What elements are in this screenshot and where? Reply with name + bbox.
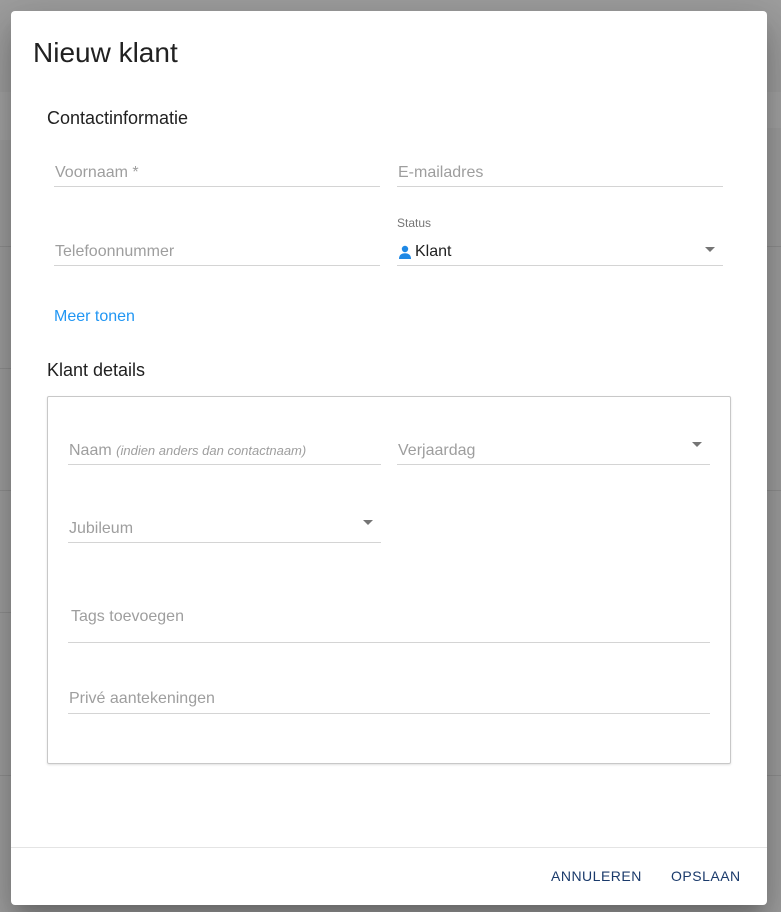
chevron-down-icon [692,442,702,447]
background-toolbar-right [767,92,781,128]
background-divider [0,368,11,369]
status-value: Klant [398,243,451,261]
background-divider [0,246,11,247]
tags-placeholder: Tags toevoegen [71,608,184,625]
client-name-placeholder-text: Naam [69,442,112,459]
phone-placeholder: Telefoonnummer [55,243,175,260]
client-name-hint: (indien anders dan contactnaam) [116,443,307,458]
email-placeholder: E-mailadres [398,164,484,181]
background-divider [0,775,11,776]
cancel-button[interactable]: ANNULEREN [551,868,642,884]
status-select[interactable]: Status Klant [397,216,723,266]
background-divider [0,490,11,491]
new-client-dialog: Nieuw klant Contactinformatie Voornaam *… [11,11,767,905]
dialog-title: Nieuw klant [33,37,178,68]
birthday-placeholder: Verjaardag [398,442,476,459]
dialog-footer-divider [11,847,767,848]
details-section-title: Klant details [47,360,146,380]
status-label: Status [397,216,432,230]
chevron-down-icon [363,520,373,525]
client-name-placeholder: Naam (indien anders dan contactnaam) [69,442,306,460]
background-divider [767,775,781,776]
show-more-link[interactable]: Meer tonen [54,308,135,326]
chevron-down-icon [705,247,715,252]
tags-field[interactable]: Tags toevoegen [68,597,710,643]
background-divider [767,246,781,247]
private-notes-placeholder: Privé aantekeningen [69,690,215,707]
client-name-field[interactable]: Naam (indien anders dan contactnaam) [68,435,381,465]
birthday-select[interactable]: Verjaardag [397,435,710,465]
email-field[interactable]: E-mailadres [397,157,723,187]
anniversary-select[interactable]: Jubileum [68,513,381,543]
background-toolbar [0,92,11,140]
save-button[interactable]: OPSLAAN [671,868,741,884]
contact-section-title: Contactinformatie [47,108,189,128]
status-value-label: Klant [415,243,452,260]
person-icon [399,245,411,259]
anniversary-placeholder: Jubileum [69,520,134,537]
phone-field[interactable]: Telefoonnummer [54,236,380,266]
first-name-placeholder: Voornaam * [55,164,139,181]
background-divider [0,612,11,613]
first-name-field[interactable]: Voornaam * [54,157,380,187]
private-notes-field[interactable]: Privé aantekeningen [68,683,710,714]
background-divider [767,490,781,491]
